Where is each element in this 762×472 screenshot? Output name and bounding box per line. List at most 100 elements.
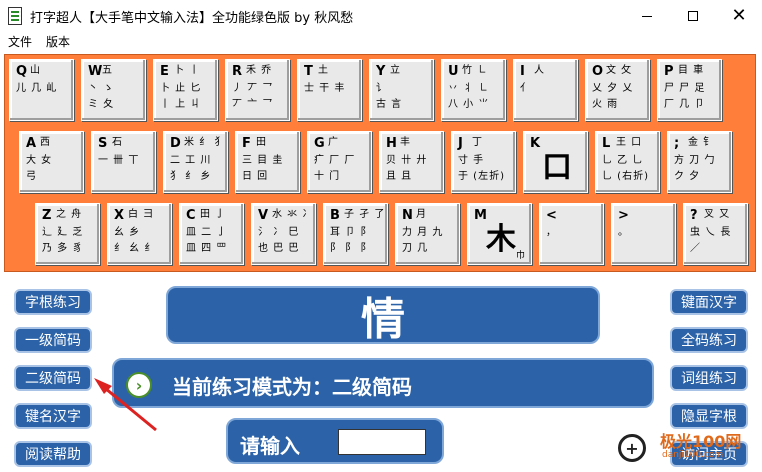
key-root-line: 广: [328, 137, 339, 148]
key-d[interactable]: D米 纟 犭二 工 川犭 纟 乡: [163, 131, 228, 193]
watermark: 极光100网 danji100.com: [660, 428, 756, 468]
key-root-line: 王 口: [616, 137, 643, 148]
key-n[interactable]: N月力 月 九刀 几: [395, 203, 460, 265]
mode-text: 当前练习模式为：二级简码: [172, 375, 412, 399]
key-c[interactable]: C 田 亅皿 二 亅皿 四 罒: [179, 203, 244, 265]
key-root-line: 月: [416, 209, 427, 220]
minimize-button[interactable]: [624, 0, 670, 32]
key-comma[interactable]: <，: [539, 203, 604, 265]
key-period[interactable]: >。: [611, 203, 676, 265]
key-root-line: 虫 乀 長: [690, 227, 732, 238]
menu-bar: 文件 版本: [0, 32, 762, 50]
key-i[interactable]: I人亻: [513, 59, 578, 121]
menu-file[interactable]: 文件: [8, 33, 32, 50]
key-main-root: 木: [486, 222, 516, 257]
key-root-line: 丰: [400, 137, 411, 148]
phrase-practice-button[interactable]: 词组练习: [670, 365, 748, 391]
key-p[interactable]: P 目 車尸 尸 足厂 几 卩: [657, 59, 722, 121]
key-l[interactable]: L 王 口乚 乙 乚乚 (右折): [595, 131, 660, 193]
key-root-line: 子 孑 了: [344, 209, 386, 220]
key-letter: S: [98, 136, 108, 151]
key-w[interactable]: W五丶 ゝミ 夂: [81, 59, 146, 121]
key-letter: B: [330, 208, 340, 223]
key-root-line: 立: [390, 65, 401, 76]
key-root-line: 火 雨: [592, 99, 619, 110]
maximize-icon: [688, 11, 698, 21]
key-slash[interactable]: ? 叉 又虫 乀 長 ／: [683, 203, 748, 265]
read-help-button[interactable]: 阅读帮助: [14, 441, 92, 467]
key-root-line: 贝 卄 廾: [386, 155, 428, 166]
key-a[interactable]: A西大 女弓: [19, 131, 84, 193]
key-root-line: 弓: [26, 171, 37, 182]
menu-version[interactable]: 版本: [46, 33, 70, 50]
key-root-line: 八 小 ⺌: [448, 99, 490, 110]
key-u[interactable]: U竹 ㇗丷 丬 ㇗八 小 ⺌: [441, 59, 506, 121]
key-root-line: 乂 夕 乂: [592, 83, 634, 94]
key-root-line: ミ 夂: [88, 99, 115, 110]
toggle-roots-button[interactable]: 隐显字根: [670, 403, 748, 429]
key-semicolon[interactable]: ; 金 钅方 刀 勹ク 夕: [667, 131, 732, 193]
key-root-line: 寸 手: [458, 155, 485, 166]
maximize-button[interactable]: [670, 0, 716, 32]
key-letter: O: [592, 64, 604, 79]
key-root-line: 乚 (右折): [602, 171, 649, 182]
key-letter: P: [664, 64, 674, 79]
key-letter: >: [618, 208, 629, 223]
key-letter: G: [314, 136, 325, 151]
level1-code-button[interactable]: 一级简码: [14, 327, 92, 353]
root-practice-button[interactable]: 字根练习: [14, 289, 92, 315]
key-root-line: 阝 阝 阝: [330, 243, 372, 254]
close-button[interactable]: ✕: [716, 0, 762, 32]
key-root-line: 山: [30, 65, 41, 76]
current-char: 情: [361, 294, 405, 345]
key-root-line: 氵 冫 巳: [258, 227, 300, 238]
key-letter: <: [546, 208, 557, 223]
key-letter: ?: [690, 208, 698, 223]
key-m[interactable]: M木巾: [467, 203, 532, 265]
key-root-line: 白 彐: [128, 209, 155, 220]
key-root-line: 皿 四 罒: [186, 243, 228, 254]
key-t[interactable]: T土士 干 丰: [297, 59, 362, 121]
key-letter: D: [170, 136, 181, 151]
key-letter: V: [258, 208, 269, 223]
key-o[interactable]: O文 攵乂 夕 乂火 雨: [585, 59, 650, 121]
key-q[interactable]: Q山儿 几 乢: [9, 59, 74, 121]
key-b[interactable]: B 子 孑 了耳 卩 阝阝 阝 阝: [323, 203, 388, 265]
key-letter: Y: [376, 64, 386, 79]
key-name-char-button[interactable]: 键名汉字: [14, 403, 92, 429]
input-panel: 请输入: [226, 418, 444, 464]
key-root-line: 士 干 丰: [304, 83, 346, 94]
key-s[interactable]: S石一 卌 丅: [91, 131, 156, 193]
current-char-panel: 情: [166, 286, 600, 345]
level2-code-button[interactable]: 二级简码: [14, 365, 92, 391]
key-x[interactable]: X白 彐幺 乡纟 幺 纟: [107, 203, 172, 265]
key-root-line: 丁: [472, 137, 483, 148]
key-root-line: 石: [112, 137, 123, 148]
key-e[interactable]: E 卜 丨卜 止 匕丨 上 丩: [153, 59, 218, 121]
key-root-line: 辶 廴 乏: [42, 227, 84, 238]
key-root-line: 一 卌 丅: [98, 155, 140, 166]
key-h[interactable]: H丰贝 卄 廾且 且: [379, 131, 444, 193]
key-root-line: 乃 多 豸: [42, 243, 84, 254]
plus-icon: +: [618, 434, 646, 462]
key-root-line: 丷 丬 ㇗: [448, 83, 490, 94]
key-g[interactable]: G广疒 厂 厂十 门: [307, 131, 372, 193]
key-y[interactable]: Y立讠古 言: [369, 59, 434, 121]
full-code-practice-button[interactable]: 全码练习: [670, 327, 748, 353]
key-root-line: 纟 幺 纟: [114, 243, 156, 254]
key-k[interactable]: K口: [523, 131, 588, 193]
key-r[interactable]: R禾 乔丿 丆 乛丆 亠 乛: [225, 59, 290, 121]
key-f[interactable]: F田三 目 圭日 回: [235, 131, 300, 193]
play-arrow-icon: ›: [126, 372, 152, 398]
key-j[interactable]: J丁寸 手于 (左折): [451, 131, 516, 193]
key-root-line: 金 钅: [688, 137, 715, 148]
key-z[interactable]: Z 之 舟辶 廴 乏乃 多 豸: [35, 203, 100, 265]
window-title: 打字超人【大手笔中文输入法】全功能绿色版 by 秋风愁: [30, 11, 354, 26]
key-letter: Z: [42, 208, 52, 223]
key-face-char-button[interactable]: 键面汉字: [670, 289, 748, 315]
key-main-root: 口: [542, 150, 572, 185]
answer-input[interactable]: [338, 429, 426, 455]
key-root-line: 幺 乡: [114, 227, 141, 238]
key-v[interactable]: V水 氺 冫氵 冫 巳也 巴 巴: [251, 203, 316, 265]
key-root-line: ／: [690, 243, 701, 254]
